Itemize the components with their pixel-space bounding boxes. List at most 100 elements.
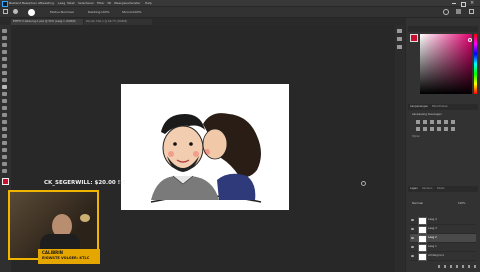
brush-icon[interactable] — [13, 9, 18, 14]
flow-field[interactable]: 100% — [133, 11, 142, 14]
search-icon[interactable] — [443, 9, 449, 15]
hue-slider[interactable] — [474, 34, 477, 94]
hand-tool-icon[interactable] — [2, 162, 7, 166]
eyedropper-tool-icon[interactable] — [2, 71, 7, 75]
menu-item-type[interactable]: Tekst — [67, 1, 75, 5]
blend-mode-select[interactable]: Normaal — [412, 202, 423, 206]
adjustments-panel: Aanpassingen Bibliotheken Aanpassing toe… — [408, 104, 478, 184]
minimize-icon[interactable] — [452, 2, 456, 4]
layer-name: Laag 3 — [428, 226, 437, 230]
lasso-tool-icon[interactable] — [2, 43, 7, 47]
layer-actions-bar[interactable] — [438, 265, 476, 268]
brushes-panel-icon[interactable] — [397, 45, 402, 49]
menu-item-image[interactable]: Afbeelding — [38, 1, 54, 5]
visibility-eye-icon[interactable] — [411, 237, 414, 239]
home-icon[interactable] — [3, 9, 8, 14]
adjustment-icons-row-1[interactable] — [416, 120, 456, 124]
menu-item-view[interactable]: Weergave — [114, 1, 129, 5]
tab-paths[interactable]: Paden — [437, 187, 445, 191]
layer-name: Achtergrond — [428, 253, 444, 257]
layer-name: Laag 4 — [428, 217, 437, 221]
options-bar: Modus: Normaal Dekking: 100% Stroom: 100… — [0, 7, 480, 18]
history-brush-tool-icon[interactable] — [2, 99, 7, 103]
menu-item-select[interactable]: Selecteren — [78, 1, 94, 5]
mode-label: Modus: — [50, 10, 61, 14]
brush-size-preview[interactable] — [28, 8, 35, 16]
visibility-eye-icon[interactable] — [411, 255, 414, 257]
caption-name: CALIBRIN — [42, 250, 64, 255]
share-icon[interactable] — [469, 9, 474, 14]
layer-opacity-field[interactable]: 100% — [458, 202, 465, 206]
dodge-tool-icon[interactable] — [2, 127, 7, 131]
adjustment-icons-row-2[interactable] — [416, 127, 456, 131]
visibility-eye-icon[interactable] — [411, 246, 414, 248]
tab-label: Zonder titel-1 @ 66,7% (RGB/8) — [86, 19, 128, 23]
layer-thumbnail — [418, 244, 427, 252]
layers-panel: Lagen Kanalen Paden Normaal 100% Laag 4 … — [408, 186, 478, 272]
document-canvas[interactable] — [121, 84, 289, 210]
pen-tool-icon[interactable] — [2, 134, 7, 138]
layer-thumbnail — [418, 226, 427, 234]
gradient-tool-icon[interactable] — [2, 113, 7, 117]
layer-row[interactable]: Laag 3 — [410, 225, 476, 234]
layer-row-selected[interactable]: Laag 2 — [410, 234, 476, 243]
history-panel-icon[interactable] — [397, 29, 402, 33]
maximize-icon[interactable] — [461, 1, 466, 7]
marquee-tool-icon[interactable] — [2, 36, 7, 40]
properties-panel-icon[interactable] — [397, 37, 402, 41]
visibility-eye-icon[interactable] — [411, 219, 414, 221]
visibility-eye-icon[interactable] — [411, 228, 414, 230]
layer-name: Laag 1 — [428, 244, 437, 248]
type-tool-icon[interactable] — [2, 141, 7, 145]
layer-thumbnail — [418, 253, 427, 261]
close-icon[interactable]: × — [470, 0, 475, 6]
menu-bar: Bestand Bewerken Afbeelding Laag Tekst S… — [0, 0, 480, 7]
frame-tool-icon[interactable] — [2, 64, 7, 68]
tab-libraries[interactable]: Bibliotheken — [432, 105, 448, 109]
mode-select[interactable]: Normaal — [61, 11, 74, 14]
tab-layers[interactable]: Lagen — [410, 187, 418, 191]
quick-select-tool-icon[interactable] — [2, 50, 7, 54]
foreground-chip[interactable] — [410, 34, 418, 42]
move-tool-icon[interactable] — [2, 29, 7, 33]
layer-thumbnail — [418, 235, 427, 243]
caption-subtitle: EIGWSTE VOLGER: KTLC — [42, 256, 90, 260]
menu-item-edit[interactable]: Bewerken — [22, 1, 37, 5]
menu-item-3d[interactable]: 3D — [107, 1, 111, 5]
opacity-field[interactable]: 100% — [101, 11, 110, 14]
brush-cursor-icon — [361, 181, 366, 186]
foreground-color-swatch[interactable] — [2, 178, 9, 185]
styles-label[interactable]: Stijlen — [412, 135, 420, 139]
menu-item-help[interactable]: Help — [145, 1, 152, 5]
color-picker-field[interactable] — [420, 34, 472, 94]
brush-tool-icon[interactable] — [2, 85, 7, 89]
layer-row[interactable]: Achtergrond — [410, 252, 476, 261]
workspace-icon[interactable] — [456, 9, 461, 14]
layer-row[interactable]: Laag 1 — [410, 243, 476, 252]
color-panel — [408, 26, 478, 98]
lamp-shape — [80, 214, 90, 222]
tab-adjustments[interactable]: Aanpassingen — [410, 105, 428, 109]
layer-name: Laag 2 — [428, 235, 437, 239]
tab-channels[interactable]: Kanalen — [422, 187, 432, 191]
couple-illustration — [150, 113, 262, 203]
path-select-tool-icon[interactable] — [2, 148, 7, 152]
color-picker-marker — [468, 38, 472, 42]
healing-tool-icon[interactable] — [2, 78, 7, 82]
shape-tool-icon[interactable] — [2, 155, 7, 159]
menu-item-layer[interactable]: Laag — [58, 1, 65, 5]
menu-item-file[interactable]: Bestand — [9, 1, 21, 5]
crop-tool-icon[interactable] — [2, 57, 7, 61]
tab-label: EMPTY-2-tekening-1.psd @ 50% (Laag 1, RG… — [13, 19, 76, 23]
blur-tool-icon[interactable] — [2, 120, 7, 124]
eraser-tool-icon[interactable] — [2, 106, 7, 110]
layer-row[interactable]: Laag 4 — [410, 216, 476, 225]
stamp-tool-icon[interactable] — [2, 92, 7, 96]
menu-item-filter[interactable]: Filter — [97, 1, 104, 5]
opacity-label: Dekking: — [88, 10, 102, 14]
panel-icons-strip — [395, 25, 405, 272]
menu-item-window[interactable]: Venster — [129, 1, 140, 5]
layer-thumbnail — [418, 217, 427, 225]
streamer-caption: CALIBRIN EIGWSTE VOLGER: KTLC — [38, 249, 100, 264]
zoom-tool-icon[interactable] — [2, 169, 7, 173]
